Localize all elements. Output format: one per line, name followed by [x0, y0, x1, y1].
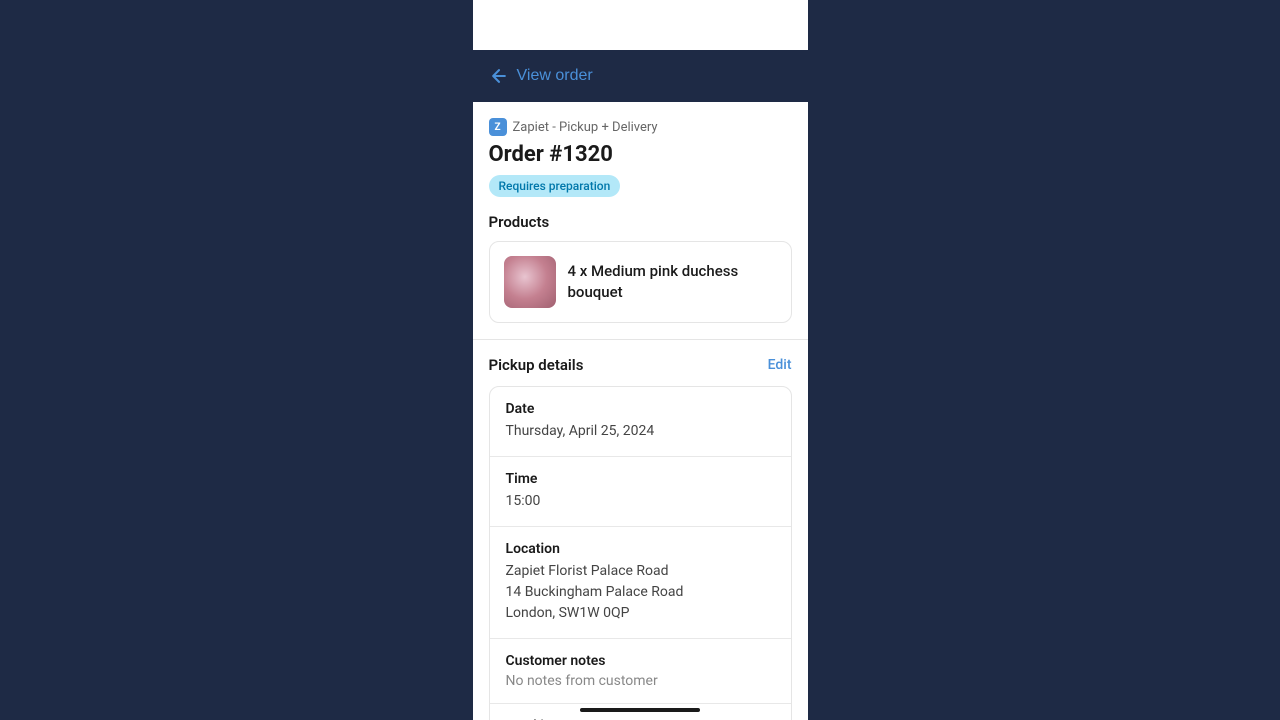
pickup-header: Pickup details Edit	[489, 356, 792, 374]
customer-notes-label: Customer notes	[506, 653, 775, 669]
provider-name: Zapiet - Pickup + Delivery	[513, 120, 658, 135]
order-status-badge: Requires preparation	[489, 175, 621, 197]
back-arrow-icon	[489, 66, 509, 86]
products-section-title: Products	[489, 213, 792, 231]
time-label: Time	[506, 471, 775, 487]
customer-notes-row: Customer notes No notes from customer	[490, 639, 791, 704]
order-number: Order #1320	[489, 142, 792, 167]
product-card: 4 x Medium pink duchess bouquet	[489, 241, 792, 323]
location-line2: 14 Buckingham Palace Road	[506, 582, 775, 603]
navigation-bar: View order	[473, 50, 808, 102]
edit-link[interactable]: Edit	[768, 357, 792, 373]
product-name: 4 x Medium pink duchess bouquet	[568, 261, 777, 303]
time-value: 15:00	[506, 491, 775, 512]
section-divider	[473, 339, 808, 340]
top-status-bar	[473, 0, 808, 50]
product-image	[504, 256, 556, 308]
customer-notes-value: No notes from customer	[506, 673, 775, 689]
time-row: Time 15:00	[490, 457, 791, 527]
location-line1: Zapiet Florist Palace Road	[506, 561, 775, 582]
pickup-details-card: Date Thursday, April 25, 2024 Time 15:00…	[489, 386, 792, 720]
provider-row: Z Zapiet - Pickup + Delivery	[489, 118, 792, 136]
date-label: Date	[506, 401, 775, 417]
product-image-inner	[504, 256, 556, 308]
location-label: Location	[506, 541, 775, 557]
back-button-label: View order	[517, 67, 593, 85]
pickup-section-title: Pickup details	[489, 356, 584, 374]
phone-frame: View order Z Zapiet - Pickup + Delivery …	[473, 0, 808, 720]
date-value: Thursday, April 25, 2024	[506, 421, 775, 442]
location-line3: London, SW1W 0QP	[506, 603, 775, 624]
location-row: Location Zapiet Florist Palace Road 14 B…	[490, 527, 791, 639]
bottom-home-indicator	[580, 708, 700, 712]
provider-icon: Z	[489, 118, 507, 136]
date-row: Date Thursday, April 25, 2024	[490, 387, 791, 457]
main-content: Z Zapiet - Pickup + Delivery Order #1320…	[473, 102, 808, 720]
total-item-count-row: Total item count	[490, 704, 791, 720]
back-button[interactable]: View order	[489, 66, 593, 86]
